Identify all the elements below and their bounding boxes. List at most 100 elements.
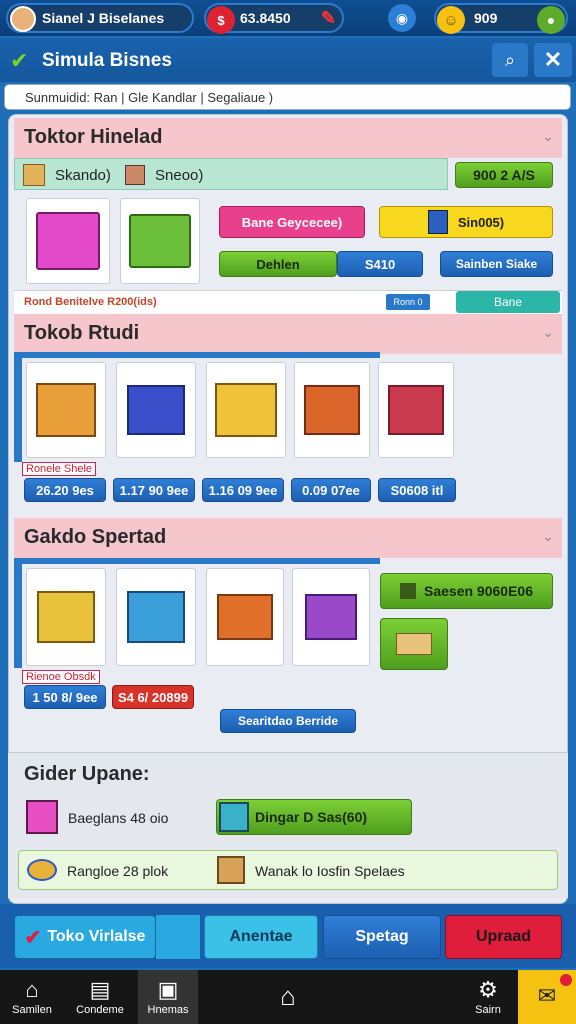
coins-pill[interactable]: ☺ 909 ● xyxy=(434,3,568,34)
logo-icon: ✔ xyxy=(10,48,29,73)
tiny-label: Ronele Shele xyxy=(22,462,97,476)
toko-button[interactable]: ✔ Toko Virlalse xyxy=(14,915,156,959)
badge-dot xyxy=(560,974,572,986)
blue-button-2[interactable]: Sainben Siake xyxy=(440,251,553,277)
nav-item-hnemas[interactable]: ▣ Hnemas xyxy=(138,970,198,1024)
profile-pill[interactable]: Sianel J Biselanes xyxy=(6,3,194,33)
bottom-button[interactable]: Searitdao Berride xyxy=(220,709,356,733)
anentas-button[interactable]: Anentae xyxy=(204,915,318,959)
cart-icon xyxy=(305,594,357,640)
chevron-down-icon[interactable]: ⌄ xyxy=(542,324,554,341)
cube-icon xyxy=(26,800,58,834)
cart-icon xyxy=(304,385,360,435)
profile-name: Sianel J Biselanes xyxy=(42,10,165,26)
fruit-icon xyxy=(125,165,145,185)
upgrade-label: Baeglans 48 oio xyxy=(68,810,169,826)
price-button[interactable]: 1 50 8/ 9ee xyxy=(24,685,106,709)
green-button[interactable]: Dehlen xyxy=(219,251,337,277)
section-title: Toktor Hinelad xyxy=(24,126,163,148)
product-card[interactable] xyxy=(26,198,110,284)
nav-item-chat[interactable]: ✉ xyxy=(518,970,576,1024)
nav-label: Samilen xyxy=(12,1004,52,1016)
product-card[interactable] xyxy=(116,568,196,666)
search-icon[interactable]: ⌕ xyxy=(492,43,528,77)
side-button-label: Saesen 9060E06 xyxy=(424,583,533,599)
footer-button[interactable]: Bane xyxy=(456,291,560,313)
house-icon: ⌂ xyxy=(280,981,296,1011)
list-icon: ▤ xyxy=(89,977,111,1002)
gear-icon: ⚙ xyxy=(478,977,498,1002)
cube-icon xyxy=(219,802,249,832)
section-title: Tokob Rtudi xyxy=(24,322,140,344)
strip-label: Skando) xyxy=(55,167,111,184)
price-button[interactable]: 26.20 9es xyxy=(24,478,106,502)
status-bar: Sianel J Biselanes $ 63.8450 ✎ ◉ ☺ 909 ● xyxy=(0,0,576,36)
upgrade-label: Rangloe 28 plok xyxy=(67,863,169,879)
product-card[interactable] xyxy=(206,362,286,458)
upraad-button[interactable]: Upraad xyxy=(445,915,562,959)
bottom-nav: ⌂ Samilen ▤ Condeme ▣ Hnemas ⌂ ⚙ Sairn ✉ xyxy=(0,970,576,1024)
pink-button[interactable]: Bane Geycecee) xyxy=(219,206,365,238)
section-tokob-header[interactable]: Tokob Rtudi ⌄ xyxy=(14,314,562,354)
price-button[interactable]: S0608 itl xyxy=(378,478,456,502)
upgrade-button[interactable]: Dingar D Sas(60) xyxy=(216,799,412,835)
image-icon: ▣ xyxy=(157,977,179,1002)
nav-item-samilen[interactable]: ⌂ Samilen xyxy=(0,970,64,1024)
notification-icon[interactable]: ◉ xyxy=(388,4,416,32)
price-button[interactable]: 1.16 09 9ee xyxy=(202,478,284,502)
chevron-down-icon[interactable]: ⌄ xyxy=(542,128,554,145)
section2-side xyxy=(14,358,22,462)
product-card[interactable] xyxy=(294,362,370,458)
product-card[interactable] xyxy=(206,568,284,666)
phone-icon xyxy=(427,210,448,234)
close-icon[interactable]: ✕ xyxy=(534,43,572,77)
check-icon: ✔ xyxy=(24,926,42,949)
section3-bar xyxy=(14,558,380,564)
cart-icon xyxy=(217,594,273,640)
money-pill[interactable]: $ 63.8450 ✎ xyxy=(204,3,344,34)
product-card[interactable] xyxy=(120,198,200,284)
price-button[interactable]: 1.17 90 9ee xyxy=(113,478,195,502)
add-coin-icon[interactable]: ● xyxy=(537,6,565,34)
search-input[interactable]: Sunmuidid: Ran | Gle Kandlar | Segaliaue… xyxy=(4,84,571,110)
chevron-down-icon[interactable]: ⌄ xyxy=(542,528,554,545)
upgrade-row-2[interactable]: Rangloe 28 plok Wanak lo Iosfin Spelaes xyxy=(18,850,558,890)
toko-extension xyxy=(156,915,200,959)
product-card[interactable] xyxy=(26,568,106,666)
coin-icon: ☺ xyxy=(437,6,465,34)
search-placeholder: Sunmuidid: Ran | Gle Kandlar | Segaliaue… xyxy=(25,89,274,105)
nav-item-sairn[interactable]: ⚙ Sairn xyxy=(458,970,518,1024)
upgrade-title: Gider Upane: xyxy=(24,763,150,785)
nav-item-home[interactable]: ⌂ xyxy=(258,970,318,1024)
money-icon: $ xyxy=(207,6,235,34)
product-card[interactable] xyxy=(378,362,454,458)
nav-label: Condeme xyxy=(76,1004,124,1016)
product-card[interactable] xyxy=(26,362,106,458)
gift-box-icon xyxy=(36,212,100,270)
spetag-button[interactable]: Spetag xyxy=(323,915,441,959)
cart-icon xyxy=(36,383,96,437)
product-card[interactable] xyxy=(292,568,370,666)
price-button[interactable]: 0.09 07ee xyxy=(291,478,371,502)
pencil-icon: ✎ xyxy=(320,8,336,28)
pills-icon xyxy=(27,859,57,881)
product-card[interactable] xyxy=(116,362,196,458)
nav-item-condeme[interactable]: ▤ Condeme xyxy=(64,970,136,1024)
money-value: 63.8450 xyxy=(240,10,291,26)
bread-button[interactable] xyxy=(380,618,448,670)
yellow-button[interactable]: Sin005) xyxy=(379,206,553,238)
section1-strip: Skando) Sneoo) xyxy=(14,158,448,190)
box-icon xyxy=(23,164,45,186)
bread-icon xyxy=(396,633,432,655)
strip-value-button[interactable]: 900 2 A/S xyxy=(455,162,553,188)
box-icon xyxy=(400,583,416,599)
price-button-red[interactable]: S4 6/ 20899 xyxy=(112,685,194,709)
section-gakdo-header[interactable]: Gakdo Spertad ⌄ xyxy=(14,518,562,558)
side-button[interactable]: Saesen 9060E06 xyxy=(380,573,553,609)
home-icon: ⌂ xyxy=(25,977,39,1002)
market-stall-icon xyxy=(129,214,191,268)
footer-text: Rond Benitelve R200(ids) xyxy=(24,296,157,308)
section-toktor-header[interactable]: Toktor Hinelad ⌄ xyxy=(14,118,562,158)
toko-label: Toko Virlalse xyxy=(47,928,146,945)
blue-button[interactable]: S410 xyxy=(337,251,423,277)
